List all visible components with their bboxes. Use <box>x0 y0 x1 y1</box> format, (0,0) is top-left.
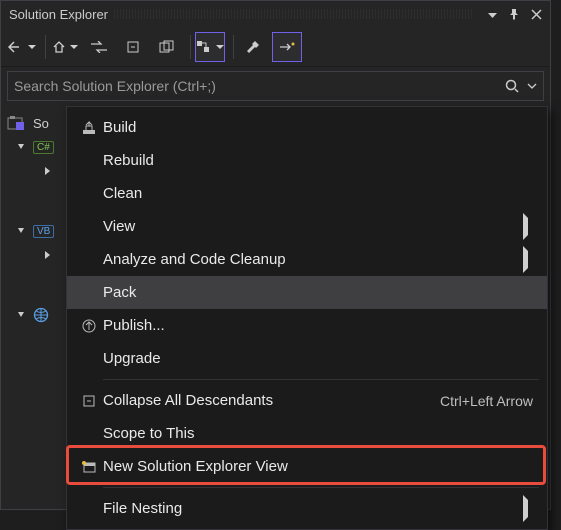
vb-badge-icon: VB <box>33 225 54 238</box>
new-view-icon <box>75 460 103 474</box>
panel-title: Solution Explorer <box>9 7 108 22</box>
toolbar-separator <box>233 35 234 59</box>
expander-closed-icon[interactable] <box>41 250 53 260</box>
menu-item-view[interactable]: View <box>67 210 547 243</box>
menu-label: New Solution Explorer View <box>103 458 533 475</box>
pin-icon[interactable] <box>504 4 524 24</box>
search-input[interactable]: Search Solution Explorer (Ctrl+;) <box>7 71 544 101</box>
submenu-arrow-icon <box>515 500 533 517</box>
menu-label: Collapse All Descendants <box>103 392 440 409</box>
menu-shortcut: Ctrl+Left Arrow <box>440 393 533 409</box>
back-button[interactable] <box>7 32 37 62</box>
menu-item-file-nesting[interactable]: File Nesting <box>67 492 547 525</box>
solution-label: So <box>33 116 49 131</box>
menu-item-upgrade[interactable]: Upgrade <box>67 342 547 375</box>
sync-button[interactable] <box>84 32 114 62</box>
menu-item-publish[interactable]: Publish... <box>67 309 547 342</box>
menu-label: Publish... <box>103 317 533 334</box>
menu-item-build[interactable]: Build <box>67 111 547 144</box>
menu-label: Scope to This <box>103 425 533 442</box>
menu-label: Build <box>103 119 533 136</box>
menu-label: Pack <box>103 284 533 301</box>
solution-icon <box>7 115 27 131</box>
expander-closed-icon[interactable] <box>41 166 53 176</box>
menu-item-new-solution-explorer-view[interactable]: New Solution Explorer View <box>67 450 547 483</box>
build-icon <box>75 120 103 136</box>
expander-open-icon[interactable] <box>15 142 27 152</box>
toolbar-separator <box>190 35 191 59</box>
menu-item-clean[interactable]: Clean <box>67 177 547 210</box>
menu-item-pack[interactable]: Pack <box>67 276 547 309</box>
menu-label: Clean <box>103 185 533 202</box>
menu-item-collapse-all[interactable]: Collapse All Descendants Ctrl+Left Arrow <box>67 384 547 417</box>
menu-separator <box>103 487 539 488</box>
search-placeholder: Search Solution Explorer (Ctrl+;) <box>14 78 505 94</box>
window-position-icon[interactable] <box>482 4 502 24</box>
menu-item-scope[interactable]: Scope to This <box>67 417 547 450</box>
menu-label: Upgrade <box>103 350 533 367</box>
submenu-arrow-icon <box>515 218 533 235</box>
home-button[interactable] <box>50 32 80 62</box>
expander-open-icon[interactable] <box>15 310 27 320</box>
menu-item-analyze[interactable]: Analyze and Code Cleanup <box>67 243 547 276</box>
search-dropdown-icon[interactable] <box>527 81 537 91</box>
collapse-icon <box>75 394 103 408</box>
menu-label: View <box>103 218 515 235</box>
titlebar-grip <box>114 9 474 19</box>
properties-button[interactable] <box>238 32 268 62</box>
expander-open-icon[interactable] <box>15 226 27 236</box>
close-icon[interactable] <box>526 4 546 24</box>
menu-label: File Nesting <box>103 500 515 517</box>
toolbar-separator <box>45 35 46 59</box>
menu-label: Analyze and Code Cleanup <box>103 251 515 268</box>
publish-icon <box>75 318 103 334</box>
show-all-files-button[interactable] <box>152 32 182 62</box>
search-icon[interactable] <box>505 79 523 93</box>
csharp-badge-icon: C# <box>33 141 54 154</box>
collapse-all-button[interactable] <box>118 32 148 62</box>
globe-icon <box>33 307 49 323</box>
menu-label: Rebuild <box>103 152 533 169</box>
context-menu: Build Rebuild Clean View Analyze and Cod… <box>66 106 548 530</box>
menu-separator <box>103 379 539 380</box>
pending-changes-filter-button[interactable] <box>195 32 225 62</box>
panel-toolbar <box>1 27 550 67</box>
panel-titlebar: Solution Explorer <box>1 1 550 27</box>
preview-button[interactable] <box>272 32 302 62</box>
submenu-arrow-icon <box>515 251 533 268</box>
menu-item-rebuild[interactable]: Rebuild <box>67 144 547 177</box>
